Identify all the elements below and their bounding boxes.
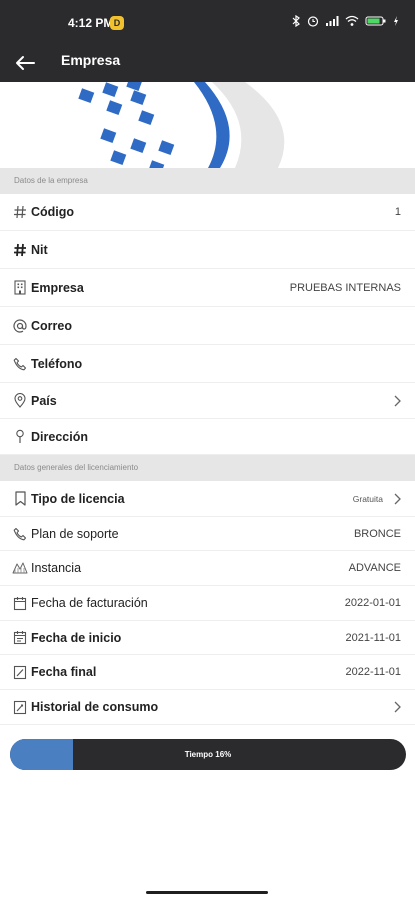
home-indicator[interactable] (146, 891, 268, 894)
at-icon (12, 318, 28, 334)
row-label: Fecha de inicio (31, 630, 122, 645)
building-icon (12, 280, 28, 296)
row-value: Gratuita (352, 493, 383, 504)
row-value: PRUEBAS INTERNAS (289, 281, 401, 294)
chevron-right-icon (394, 395, 401, 406)
row-label: Nit (31, 242, 48, 257)
location-pin-icon (12, 393, 28, 409)
row-nit[interactable]: Nit (0, 231, 415, 269)
row-empresa[interactable]: Empresa PRUEBAS INTERNAS (0, 269, 415, 307)
app-bar: Empresa (0, 44, 415, 82)
calendar-end-icon (12, 664, 28, 680)
row-value: 2022-01-01 (344, 597, 401, 609)
arrow-left-icon (16, 56, 35, 70)
row-value: 2022-11-01 (345, 666, 401, 678)
row-plan-soporte[interactable]: Plan de soporte BRONCE (0, 517, 415, 551)
calendar-icon (12, 595, 28, 611)
row-fecha-facturacion[interactable]: Fecha de facturación 2022-01-01 (0, 586, 415, 621)
back-button[interactable] (10, 48, 40, 78)
row-tipo-licencia[interactable]: Tipo de licencia Gratuita (0, 481, 415, 517)
row-label: Empresa (31, 280, 84, 295)
row-label: Historial de consumo (31, 700, 159, 714)
status-time: 4:12 PM (68, 16, 114, 30)
history-icon (12, 699, 28, 715)
row-label: Fecha final (31, 665, 97, 679)
alarm-icon (307, 16, 319, 27)
hash-icon (12, 242, 28, 258)
battery-icon (365, 16, 386, 26)
phone-icon (12, 356, 28, 372)
row-label: Teléfono (31, 356, 83, 371)
row-correo[interactable]: Correo (0, 307, 415, 345)
row-label: Fecha de facturación (31, 596, 148, 610)
notification-badge-icon: D (110, 16, 124, 30)
map-pin-icon (12, 429, 28, 445)
section-header-company: Datos de la empresa (0, 168, 415, 194)
instance-icon (12, 560, 28, 576)
row-codigo[interactable]: Código 1 (0, 194, 415, 231)
status-bar: 4:12 PM D (0, 0, 415, 44)
row-value: 2021-11-01 (345, 631, 401, 644)
row-label: Código (31, 205, 75, 219)
row-pais[interactable]: País (0, 383, 415, 419)
row-label: Correo (31, 318, 72, 333)
company-banner-image (0, 82, 415, 168)
row-label: País (31, 393, 57, 408)
row-label: Dirección (31, 429, 88, 444)
row-telefono[interactable]: Teléfono (0, 345, 415, 383)
row-instancia[interactable]: Instancia ADVANCE (0, 551, 415, 586)
page-title: Empresa (61, 52, 121, 68)
row-value: 1 (394, 206, 401, 218)
row-value: ADVANCE (348, 562, 401, 574)
row-value: BRONCE (353, 527, 401, 540)
charging-icon (394, 16, 398, 26)
calendar-start-icon (12, 630, 28, 646)
chevron-right-icon (394, 701, 401, 713)
row-label: Plan de soporte (31, 526, 119, 541)
chevron-right-icon (394, 493, 401, 504)
section-header-license: Datos generales del licenciamiento (0, 455, 415, 481)
bluetooth-icon (292, 15, 300, 27)
status-icons (291, 15, 399, 27)
row-direccion[interactable]: Dirección (0, 419, 415, 455)
bookmark-icon (12, 491, 28, 507)
wifi-icon (345, 15, 359, 26)
row-fecha-final[interactable]: Fecha final 2022-11-01 (0, 655, 415, 690)
hash-icon (12, 204, 28, 220)
signal-icon (326, 16, 339, 26)
row-label: Instancia (31, 561, 82, 575)
phone-icon (12, 526, 28, 542)
progress-label: Tiempo 16% (184, 750, 232, 759)
row-fecha-inicio[interactable]: Fecha de inicio 2021-11-01 (0, 621, 415, 655)
row-label: Tipo de licencia (31, 491, 125, 506)
row-historial-consumo[interactable]: Historial de consumo (0, 690, 415, 725)
time-progress-bar: Tiempo 16% (10, 739, 406, 770)
